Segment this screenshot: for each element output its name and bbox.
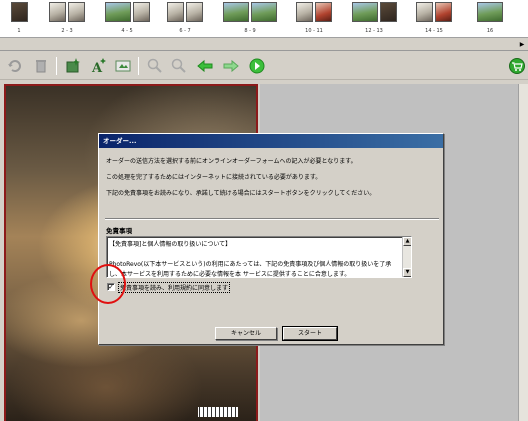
thumbnail-images — [162, 2, 208, 24]
scroll-right-icon[interactable]: ▶ — [518, 41, 526, 49]
svg-text:A: A — [91, 61, 103, 75]
disclaimer-heading: 免責事項 — [106, 227, 132, 235]
disclaimer-text-3: し、本サービスを利用するために必要な情報を本 サービスに提供することに合意します… — [109, 271, 351, 278]
thumbnail-images — [46, 2, 88, 24]
trash-icon[interactable] — [32, 57, 50, 75]
agree-label[interactable]: 免責事項を読み、利用規約に同意します — [118, 281, 231, 293]
thumbnail-image — [296, 2, 313, 22]
dialog-separator — [105, 218, 439, 220]
zoom-out-icon[interactable] — [170, 57, 188, 75]
page-thumbnail[interactable]: 6 - 7 — [162, 2, 208, 38]
page-thumbnail-strip: 1 2 - 3 4 - 5 6 - 7 8 - 9 10 - 11 12 - 13 14 - … — [0, 0, 528, 38]
thumbnail-image — [379, 2, 397, 22]
thumbnail-page-number: 6 - 7 — [179, 28, 191, 34]
toolbar-separator — [138, 57, 139, 75]
thumbnail-image — [104, 2, 131, 22]
cancel-button[interactable]: キャンセル — [215, 327, 277, 340]
page-thumbnail[interactable]: 8 - 9 — [222, 2, 278, 38]
thumbnail-image — [416, 2, 433, 22]
barcode-image — [198, 407, 238, 417]
zoom-in-icon[interactable] — [146, 57, 164, 75]
thumbnail-image — [223, 2, 249, 22]
cart-icon[interactable] — [508, 57, 526, 75]
disclaimer-text-1: 【免責事項]と個人情報の取り扱いについて】 — [109, 241, 232, 248]
page-thumbnail[interactable]: 12 - 13 — [350, 2, 398, 38]
arrow-left-icon[interactable] — [196, 57, 214, 75]
thumbnail-images — [4, 2, 34, 24]
dialog-message-2: この処理を完了するためにはインターネットに接続されている必要があります。 — [106, 174, 322, 181]
thumbnail-images — [104, 2, 150, 24]
highlight-circle — [90, 264, 126, 304]
disclaimer-scrollbar[interactable]: ▲ ▼ — [402, 237, 411, 277]
thumbnail-image — [477, 2, 503, 22]
vertical-scrollbar[interactable] — [518, 84, 528, 421]
add-photo-icon[interactable] — [64, 57, 82, 75]
frame-icon[interactable] — [114, 57, 132, 75]
page-thumbnail[interactable]: 1 — [4, 2, 34, 38]
page-thumbnail[interactable]: 16 — [470, 2, 510, 38]
toolbar-separator — [56, 57, 57, 75]
order-dialog: オーダー... オーダーの送信方法を選択する前にオンラインオーダーフォームへの記… — [98, 133, 444, 345]
scroll-down-icon[interactable]: ▼ — [403, 268, 411, 277]
dialog-message-3: 下記の免責事項をお読みになり、承諾して続ける場合にはスタートボタンをクリックして… — [106, 190, 376, 197]
add-text-icon[interactable]: A — [90, 57, 108, 75]
disclaimer-textbox[interactable]: 【免責事項]と個人情報の取り扱いについて】 PhotoRevo(以下本サービスと… — [106, 236, 412, 278]
thumbnail-images — [470, 2, 510, 24]
page-thumbnail[interactable]: 2 - 3 — [46, 2, 88, 38]
thumbnail-page-number: 14 - 15 — [425, 28, 443, 34]
thumbnail-page-number: 10 - 11 — [305, 28, 323, 34]
thumbnail-page-number: 2 - 3 — [61, 28, 73, 34]
thumbnail-image — [315, 2, 332, 22]
thumbnail-page-number: 4 - 5 — [121, 28, 133, 34]
disclaimer-text-2: PhotoRevo(以下本サービスという)の利用にあたっては、下記の免責事項及び… — [109, 261, 392, 268]
thumbnail-image — [435, 2, 452, 22]
toolbar: A — [0, 52, 528, 80]
thumbnail-page-number: 1 — [17, 28, 21, 34]
start-button[interactable]: スタート — [282, 326, 338, 341]
scroll-up-icon[interactable]: ▲ — [403, 237, 411, 246]
thumbnail-scrollbar[interactable]: ▶ — [0, 39, 528, 51]
thumbnail-page-number: 16 — [486, 28, 494, 34]
page-thumbnail[interactable]: 10 - 11 — [290, 2, 338, 38]
thumbnail-images — [222, 2, 278, 24]
play-icon[interactable] — [248, 57, 266, 75]
thumbnail-image — [49, 2, 66, 22]
page-thumbnail[interactable]: 14 - 15 — [410, 2, 458, 38]
dialog-title: オーダー... — [99, 134, 443, 148]
dialog-message-1: オーダーの送信方法を選択する前にオンラインオーダーフォームへの記入が必要となりま… — [106, 158, 357, 165]
thumbnail-image — [351, 2, 378, 22]
thumbnail-image — [167, 2, 184, 22]
thumbnail-page-number: 8 - 9 — [244, 28, 256, 34]
undo-icon[interactable] — [6, 57, 24, 75]
thumbnail-page-number: 12 - 13 — [365, 28, 383, 34]
thumbnail-image — [251, 2, 277, 22]
page-thumbnail[interactable]: 4 - 5 — [104, 2, 150, 38]
thumbnail-images — [410, 2, 458, 24]
thumbnail-image — [186, 2, 203, 22]
thumbnail-images — [290, 2, 338, 24]
arrow-right-icon[interactable] — [222, 57, 240, 75]
thumbnail-image — [68, 2, 85, 22]
thumbnail-images — [350, 2, 398, 24]
thumbnail-image — [10, 2, 28, 22]
thumbnail-image — [132, 2, 150, 22]
